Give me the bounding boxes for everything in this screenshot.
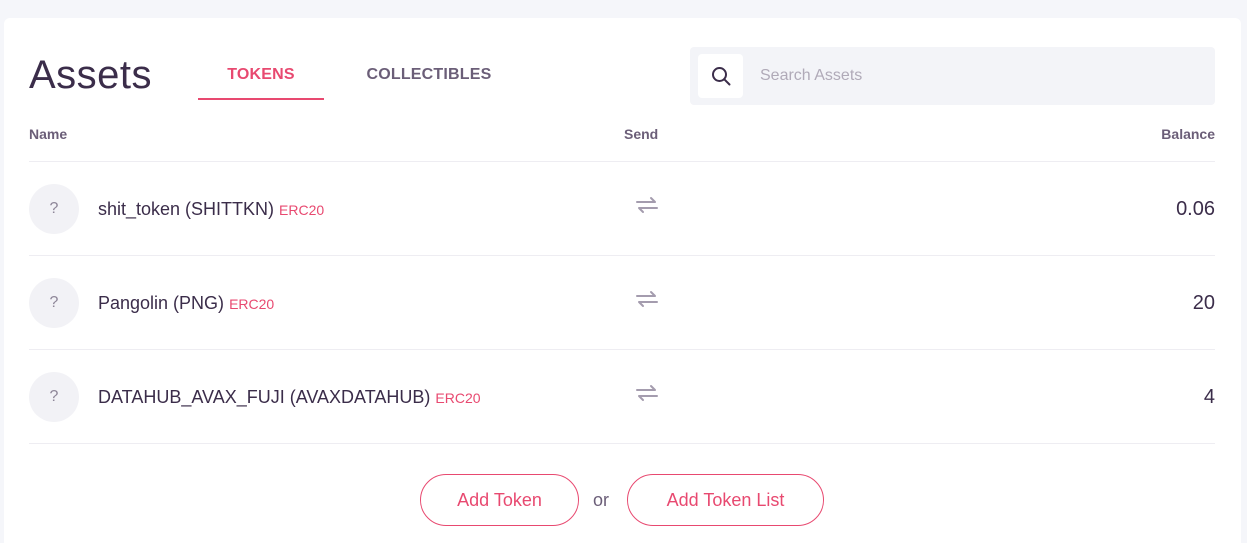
token-label: shit_token (SHITTKN) [98, 199, 275, 219]
transfer-icon[interactable] [634, 288, 660, 310]
table-row[interactable]: ? DATAHUB_AVAX_FUJI (AVAXDATAHUB) ERC20 4 [29, 349, 1215, 443]
token-type-badge: ERC20 [229, 296, 275, 312]
assets-panel: Assets TOKENS COLLECTIBLES Name Send Bal… [4, 18, 1241, 543]
search-input[interactable] [760, 61, 1190, 91]
token-balance: 0.06 [1176, 198, 1215, 220]
column-header-send: Send [624, 126, 659, 142]
token-icon: ? [29, 278, 79, 328]
tab-collectibles[interactable]: COLLECTIBLES [359, 66, 499, 84]
page-title: Assets [29, 53, 153, 97]
column-header-balance: Balance [1161, 126, 1215, 142]
column-header-name: Name [29, 126, 68, 142]
table-row[interactable]: ? shit_token (SHITTKN) ERC20 0.06 [29, 161, 1215, 255]
token-label: DATAHUB_AVAX_FUJI (AVAXDATAHUB) [98, 387, 431, 407]
transfer-icon[interactable] [634, 194, 660, 216]
token-name: Pangolin (PNG) ERC20 [98, 293, 274, 314]
token-type-badge: ERC20 [435, 390, 481, 406]
token-balance: 4 [1203, 386, 1215, 408]
token-name: DATAHUB_AVAX_FUJI (AVAXDATAHUB) ERC20 [98, 387, 481, 408]
token-balance: 20 [1192, 292, 1215, 314]
search-button[interactable] [698, 54, 743, 98]
or-separator: or [593, 490, 610, 510]
token-type-badge: ERC20 [279, 202, 325, 218]
divider [29, 443, 1215, 444]
tab-tokens[interactable]: TOKENS [198, 66, 324, 100]
token-name: shit_token (SHITTKN) ERC20 [98, 199, 324, 220]
search-icon [711, 67, 730, 86]
token-label: Pangolin (PNG) [98, 293, 225, 313]
token-icon: ? [29, 372, 79, 422]
token-icon: ? [29, 184, 79, 234]
add-token-list-button[interactable]: Add Token List [627, 474, 824, 526]
add-token-button[interactable]: Add Token [420, 474, 579, 526]
search-bar [690, 47, 1215, 105]
transfer-icon[interactable] [634, 382, 660, 404]
table-row[interactable]: ? Pangolin (PNG) ERC20 20 [29, 255, 1215, 349]
